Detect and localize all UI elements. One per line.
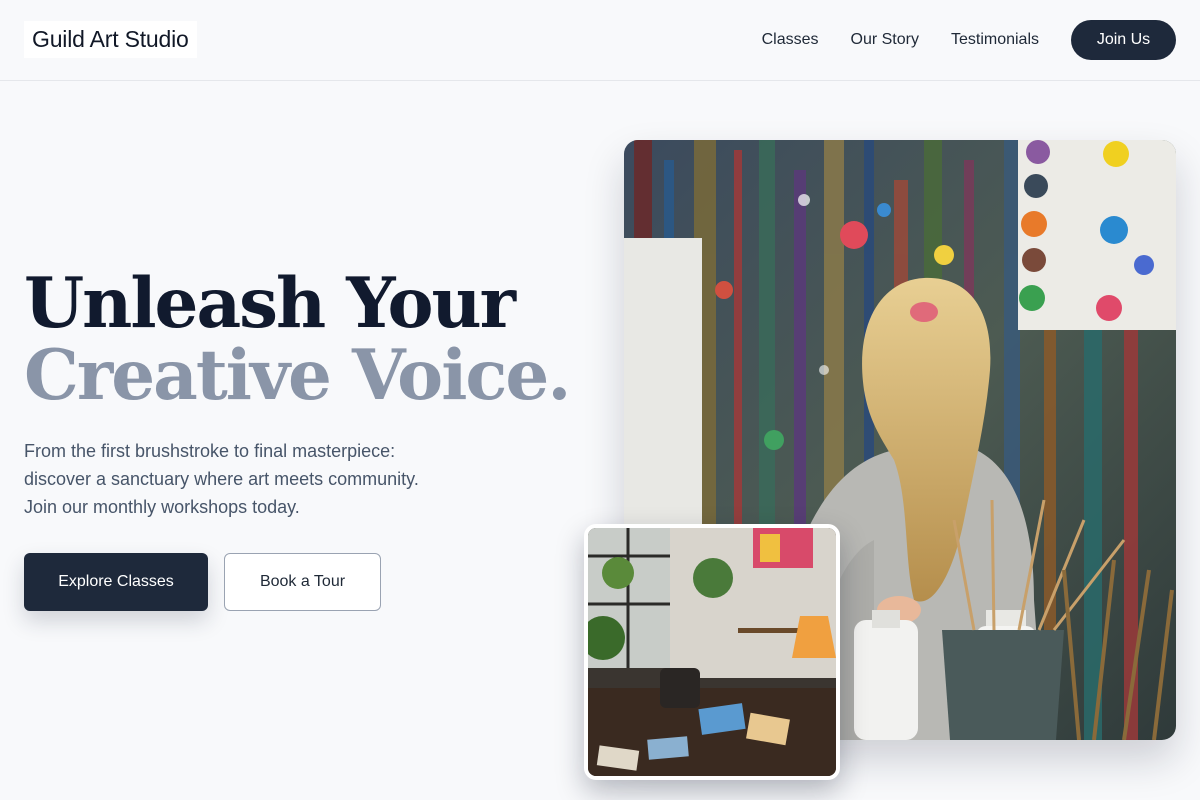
explore-classes-button[interactable]: Explore Classes (24, 553, 208, 611)
hero-subtitle-line: discover a sanctuary where art meets com… (24, 469, 419, 489)
hero-subtitle-line: From the first brushstroke to final mast… (24, 441, 396, 461)
studio-interior-photo (584, 524, 840, 780)
nav-link-testimonials[interactable]: Testimonials (951, 20, 1039, 60)
hero-cta-row: Explore Classes Book a Tour (24, 553, 381, 611)
join-us-button[interactable]: Join Us (1071, 20, 1176, 60)
hero-title-line1: Unleash Your (24, 263, 516, 344)
nav-link-classes[interactable]: Classes (762, 20, 819, 60)
hero-subtitle-line: Join our monthly workshops today. (24, 497, 300, 517)
studio-interior-illustration (588, 528, 836, 776)
hero-title: Unleash Your Creative Voice. (24, 268, 584, 412)
hero-title-line2: Creative Voice. (24, 335, 571, 416)
main-nav: Classes Our Story Testimonials Join Us (762, 20, 1176, 60)
site-header: Guild Art Studio Classes Our Story Testi… (0, 0, 1200, 81)
hero-subtitle: From the first brushstroke to final mast… (24, 437, 484, 521)
nav-link-our-story[interactable]: Our Story (851, 20, 919, 60)
book-tour-button[interactable]: Book a Tour (224, 553, 381, 611)
brand-logo[interactable]: Guild Art Studio (24, 21, 197, 58)
